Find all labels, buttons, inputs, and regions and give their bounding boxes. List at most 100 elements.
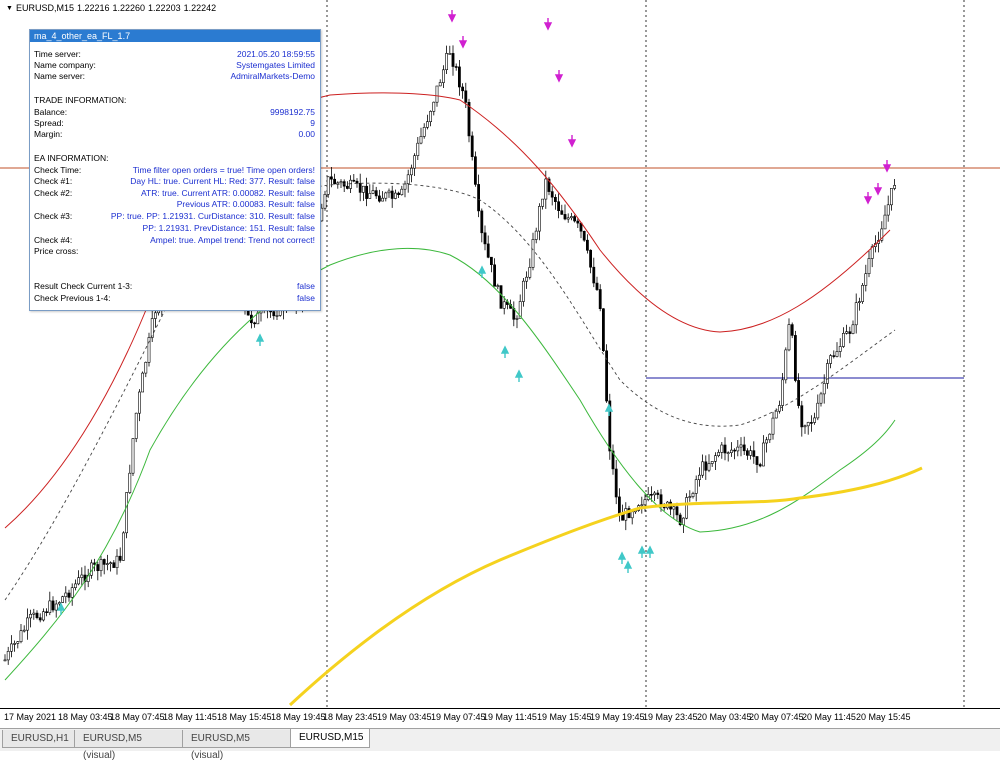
candle-body [457, 66, 461, 88]
time-axis: 17 May 2021 18 May 03:45 18 May 07:45 18 Ma… [0, 708, 1000, 729]
candle-body [253, 322, 257, 325]
candle-body [118, 555, 122, 561]
candle-body [38, 617, 42, 621]
candle-body [10, 643, 13, 652]
candle-body [425, 121, 429, 128]
candle-body [429, 111, 433, 123]
candle-body [99, 559, 103, 572]
time-tick-label: 20 May 11:45 [802, 712, 856, 722]
candle-body [742, 444, 746, 452]
time-tick-label: 19 May 03:45 [377, 712, 432, 722]
candle-body [694, 479, 698, 494]
candle-body [656, 492, 660, 495]
candle-body [761, 442, 765, 467]
candle-body [774, 410, 778, 419]
candle-body [781, 379, 785, 406]
candle-body [704, 461, 708, 471]
check3-row: Check #3: PP: true. PP: 1.21931. CurDista… [34, 211, 315, 221]
price-chart[interactable]: ▼ EURUSD,M15 1.22216 1.22260 1.22203 1.2… [0, 0, 1000, 708]
candle-body [102, 559, 106, 565]
time-tick-label: 18 May 19:45 [271, 712, 326, 722]
candle-body [835, 351, 839, 357]
candle-body [48, 600, 52, 614]
candle-body [838, 346, 842, 352]
time-tick-label: 20 May 07:45 [749, 712, 804, 722]
sell-arrow-icon [458, 36, 468, 49]
server-row: Name server: AdmiralMarkets-Demo [34, 71, 315, 81]
candle-body [809, 422, 813, 424]
candle-body [845, 331, 849, 334]
candle-body [717, 452, 721, 456]
candle-body [496, 285, 500, 287]
candle-body [854, 302, 858, 326]
candle-body [649, 493, 653, 496]
candle-body [531, 239, 535, 268]
candle-body [707, 463, 711, 471]
candle-body [480, 210, 484, 234]
candle-body [528, 267, 532, 278]
candle-body [80, 574, 84, 579]
candle-body [131, 438, 135, 474]
candle-body [793, 335, 797, 381]
buy-arrow-icon [514, 369, 524, 382]
candle-body [573, 216, 577, 222]
candle-body [144, 361, 148, 374]
candle-body [563, 214, 567, 220]
candle-body [685, 497, 689, 519]
candle-body [582, 231, 586, 241]
candle-body [323, 194, 327, 209]
candle-body [112, 562, 116, 568]
tab-eurusd-m15[interactable]: EURUSD,M15 [290, 729, 370, 748]
sell-arrow-icon [567, 135, 577, 148]
candle-body [771, 417, 775, 435]
candle-body [374, 190, 378, 197]
ea-info-panel: ma_4_other_ea_FL_1.7 Time server: 2021.05… [29, 29, 321, 311]
candle-body [409, 167, 413, 176]
candle-body [451, 53, 455, 67]
dropdown-triangle-icon[interactable]: ▼ [6, 5, 13, 12]
tab-eurusd-m5-visual-1[interactable]: EURUSD,M5 (visual) [74, 730, 184, 761]
candle-body [857, 301, 861, 304]
candle-body [745, 450, 749, 456]
time-tick-label: 18 May 03:45 [58, 712, 113, 722]
margin-row: Margin: 0.00 [34, 129, 315, 139]
time-tick-label: 19 May 15:45 [537, 712, 592, 722]
symbol-header: ▼ EURUSD,M15 1.22216 1.22260 1.22203 1.2… [6, 3, 216, 13]
candle-body [349, 179, 353, 189]
candle-body [787, 324, 791, 351]
candle-body [803, 425, 807, 428]
candle-body [553, 197, 557, 203]
candle-body [336, 182, 340, 185]
candle-body [381, 197, 385, 202]
candle-body [502, 301, 506, 309]
candle-body [630, 511, 634, 519]
candle-body [515, 317, 519, 320]
candle-body [816, 402, 820, 419]
candle-body [701, 461, 705, 476]
candle-body [829, 355, 833, 364]
candle-body [16, 641, 20, 644]
candle-body [864, 273, 868, 286]
tab-eurusd-h1[interactable]: EURUSD,H1 [2, 730, 80, 748]
candle-body [614, 468, 618, 498]
candle-body [749, 450, 753, 456]
candle-body [739, 444, 743, 448]
time-tick-label: 18 May 23:45 [323, 712, 378, 722]
candle-body [154, 312, 157, 319]
candle-body [653, 492, 657, 496]
time-tick-label: 20 May 03:45 [697, 712, 752, 722]
candle-body [29, 613, 33, 619]
buy-arrow-icon [637, 545, 647, 558]
candle-body [777, 405, 781, 412]
candle-body [841, 332, 845, 347]
balance-row: Balance: 9998192.75 [34, 107, 315, 117]
candle-body [138, 391, 141, 414]
candle-body [122, 532, 125, 561]
candle-body [64, 592, 68, 598]
tab-eurusd-m5-visual-2[interactable]: EURUSD,M5 (visual) [182, 730, 292, 761]
candle-body [560, 210, 564, 215]
yellow-moving-average [288, 466, 923, 707]
candle-body [726, 452, 730, 455]
candle-body [61, 596, 65, 603]
candle-body [96, 564, 100, 571]
